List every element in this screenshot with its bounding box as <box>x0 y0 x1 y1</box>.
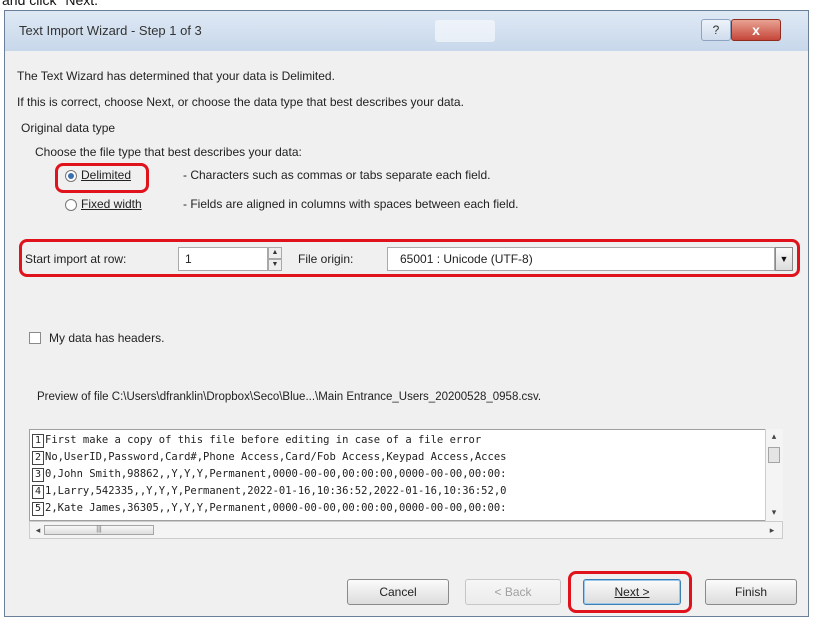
preview-horizontal-scrollbar[interactable]: ◂ ||| ▸ <box>29 521 783 539</box>
preview-row: 4 1,Larry,542335,,Y,Y,Y,Permanent,2022-01… <box>32 485 506 501</box>
preview-row: 5 2,Kate James,36305,,Y,Y,Y,Permanent,000… <box>32 502 506 518</box>
finish-button[interactable]: Finish <box>705 579 797 605</box>
start-row-decrement[interactable]: ▼ <box>268 259 282 271</box>
row-number: 1 <box>32 434 44 448</box>
headers-checkbox-row[interactable]: My data has headers. <box>29 330 249 348</box>
preview-title: Preview of file C:\Users\dfranklin\Dropb… <box>37 391 542 403</box>
scroll-right-icon[interactable]: ▸ <box>764 523 780 537</box>
start-row-input[interactable]: 1 <box>178 247 268 271</box>
headers-checkbox-label[interactable]: My data has headers. <box>49 331 164 345</box>
row-number: 2 <box>32 451 44 465</box>
start-row-label: Start import at row: <box>25 252 127 266</box>
row-text: 2,Kate James,36305,,Y,Y,Y,Permanent,0000… <box>45 502 507 514</box>
text-import-wizard-dialog: Text Import Wizard - Step 1 of 3 ? x The… <box>4 10 809 617</box>
horizontal-scroll-thumb[interactable]: ||| <box>44 525 154 535</box>
row-text: First make a copy of this file before ed… <box>45 434 482 446</box>
title-bar-blur-area <box>435 20 495 42</box>
scroll-up-icon[interactable]: ▴ <box>766 429 782 443</box>
row-number: 5 <box>32 502 44 516</box>
instruction-caption: and click "Next." <box>2 0 103 8</box>
title-bar[interactable]: Text Import Wizard - Step 1 of 3 ? x <box>5 11 808 51</box>
vertical-scroll-thumb[interactable] <box>768 447 780 463</box>
preview-vertical-scrollbar[interactable]: ▴ ▾ <box>765 429 783 521</box>
fixed-width-radio-button[interactable] <box>65 199 77 211</box>
radio-option-delimited[interactable]: Delimited - Characters such as commas or… <box>65 166 665 186</box>
row-text: No,UserID,Password,Card#,Phone Access,Ca… <box>45 451 507 463</box>
row-number: 4 <box>32 485 44 499</box>
start-row-value: 1 <box>185 252 192 266</box>
row-number: 3 <box>32 468 44 482</box>
scroll-down-icon[interactable]: ▾ <box>766 505 782 519</box>
start-row-increment[interactable]: ▲ <box>268 247 282 259</box>
highlight-next-button <box>568 571 692 613</box>
preview-row: 2 No,UserID,Password,Card#,Phone Access,C… <box>32 451 506 467</box>
chevron-down-icon: ▼ <box>779 254 789 264</box>
radio-option-fixed-width[interactable]: Fixed width - Fields are aligned in colu… <box>65 195 685 215</box>
preview-pane[interactable]: 1 First make a copy of this file before e… <box>29 429 783 521</box>
delimited-description: - Characters such as commas or tabs sepa… <box>183 168 491 182</box>
file-type-prompt: Choose the file type that best describes… <box>35 145 302 159</box>
preview-row: 3 0,John Smith,98862,,Y,Y,Y,Permanent,000… <box>32 468 506 484</box>
back-button[interactable]: < Back <box>465 579 561 605</box>
row-text: 0,John Smith,98862,,Y,Y,Y,Permanent,0000… <box>45 468 507 480</box>
highlight-delimited <box>55 163 149 193</box>
headers-checkbox[interactable] <box>29 332 41 344</box>
fixed-width-description: - Fields are aligned in columns with spa… <box>183 197 519 211</box>
file-origin-label: File origin: <box>298 252 354 266</box>
window-title: Text Import Wizard - Step 1 of 3 <box>19 23 202 38</box>
intro-line-1: The Text Wizard has determined that your… <box>17 69 335 83</box>
file-origin-dropdown-button[interactable]: ▼ <box>775 247 793 271</box>
file-origin-value: 65001 : Unicode (UTF-8) <box>400 252 533 266</box>
file-origin-select[interactable]: 65001 : Unicode (UTF-8) <box>387 247 775 271</box>
intro-line-2: If this is correct, choose Next, or choo… <box>17 95 464 109</box>
close-button[interactable]: x <box>731 19 781 41</box>
original-data-type-heading: Original data type <box>21 121 116 135</box>
row-text: 1,Larry,542335,,Y,Y,Y,Permanent,2022-01-… <box>45 485 507 497</box>
cancel-button[interactable]: Cancel <box>347 579 449 605</box>
fixed-width-label[interactable]: Fixed width <box>81 197 142 211</box>
preview-row: 1 First make a copy of this file before e… <box>32 434 481 450</box>
help-button[interactable]: ? <box>701 19 731 41</box>
